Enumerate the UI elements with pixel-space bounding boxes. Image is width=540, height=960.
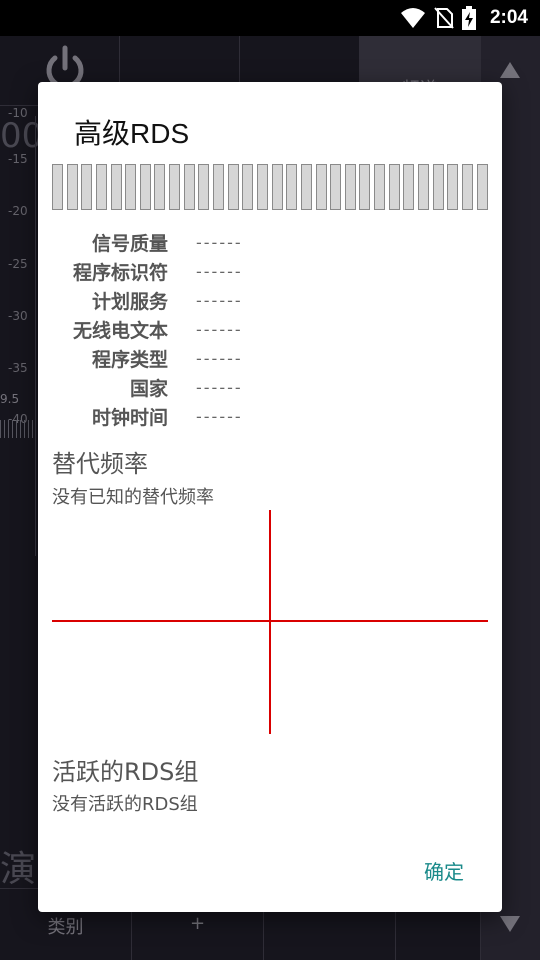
info-row: 程序类型 ------ [52, 344, 488, 373]
meter-segment [403, 164, 415, 210]
active-groups-subtitle: 没有活跃的RDS组 [52, 794, 198, 815]
crosshair-vertical [269, 510, 271, 734]
wifi-icon [400, 8, 425, 28]
meter-segment [461, 164, 473, 210]
info-label: 程序标识符 [72, 262, 168, 284]
meter-segment [432, 164, 444, 210]
meter-segment [300, 164, 312, 210]
meter-segment [374, 164, 386, 210]
meter-segment [242, 164, 254, 210]
status-icons: 2:04 [400, 0, 528, 36]
info-value: ------ [196, 378, 243, 397]
ok-button[interactable]: 确定 [424, 856, 464, 885]
no-sim-icon [434, 7, 454, 29]
meter-segment [95, 164, 107, 210]
dialog-title: 高级RDS [74, 118, 190, 149]
info-row: 计划服务 ------ [52, 286, 488, 315]
info-row: 时钟时间 ------ [52, 402, 488, 431]
info-value: ------ [196, 407, 243, 426]
info-row: 信号质量 ------ [52, 228, 488, 257]
info-row: 国家 ------ [52, 373, 488, 402]
alt-freq-subtitle: 没有已知的替代频率 [52, 487, 214, 508]
battery-charging-icon [461, 6, 476, 30]
meter-segment [286, 164, 298, 210]
meter-segment [330, 164, 342, 210]
meter-segment [256, 164, 268, 210]
info-value: ------ [196, 291, 243, 310]
alt-freq-plot [52, 510, 488, 734]
meter-segment [139, 164, 151, 210]
info-value: ------ [196, 349, 243, 368]
meter-segment [213, 164, 225, 210]
info-label: 程序类型 [91, 349, 168, 371]
advanced-rds-dialog: 高级RDS 信号质量 ------ 程序标识符 ------ 计划服务 ----… [38, 82, 502, 912]
meter-segment [227, 164, 239, 210]
info-row: 无线电文本 ------ [52, 315, 488, 344]
info-label: 无线电文本 [72, 320, 168, 342]
meter-segment [447, 164, 459, 210]
info-label: 信号质量 [91, 233, 168, 255]
meter-segment [169, 164, 181, 210]
info-row: 程序标识符 ------ [52, 257, 488, 286]
rds-info-table: 信号质量 ------ 程序标识符 ------ 计划服务 ------ 无线电… [52, 228, 488, 431]
meter-segment [110, 164, 122, 210]
meter-segment [271, 164, 283, 210]
meter-segment [198, 164, 210, 210]
status-bar: 2:04 [0, 0, 540, 36]
active-groups-title: 活跃的RDS组 [52, 758, 199, 786]
meter-segment [388, 164, 400, 210]
alt-freq-title: 替代频率 [52, 450, 148, 478]
clock-time: 2:04 [489, 7, 528, 28]
info-label: 计划服务 [91, 291, 168, 313]
info-label: 时钟时间 [91, 407, 168, 429]
info-value: ------ [196, 320, 243, 339]
meter-segment [418, 164, 430, 210]
meter-segment [154, 164, 166, 210]
meter-segment [359, 164, 371, 210]
info-label: 国家 [129, 378, 168, 400]
info-value: ------ [196, 233, 243, 252]
meter-segment [81, 164, 93, 210]
meter-segment [66, 164, 78, 210]
meter-segment [52, 164, 63, 210]
meter-segment [125, 164, 137, 210]
info-value: ------ [196, 262, 243, 281]
meter-segment [476, 164, 488, 210]
meter-segment [344, 164, 356, 210]
meter-segment [315, 164, 327, 210]
meter-segment [183, 164, 195, 210]
signal-meter [52, 164, 488, 210]
